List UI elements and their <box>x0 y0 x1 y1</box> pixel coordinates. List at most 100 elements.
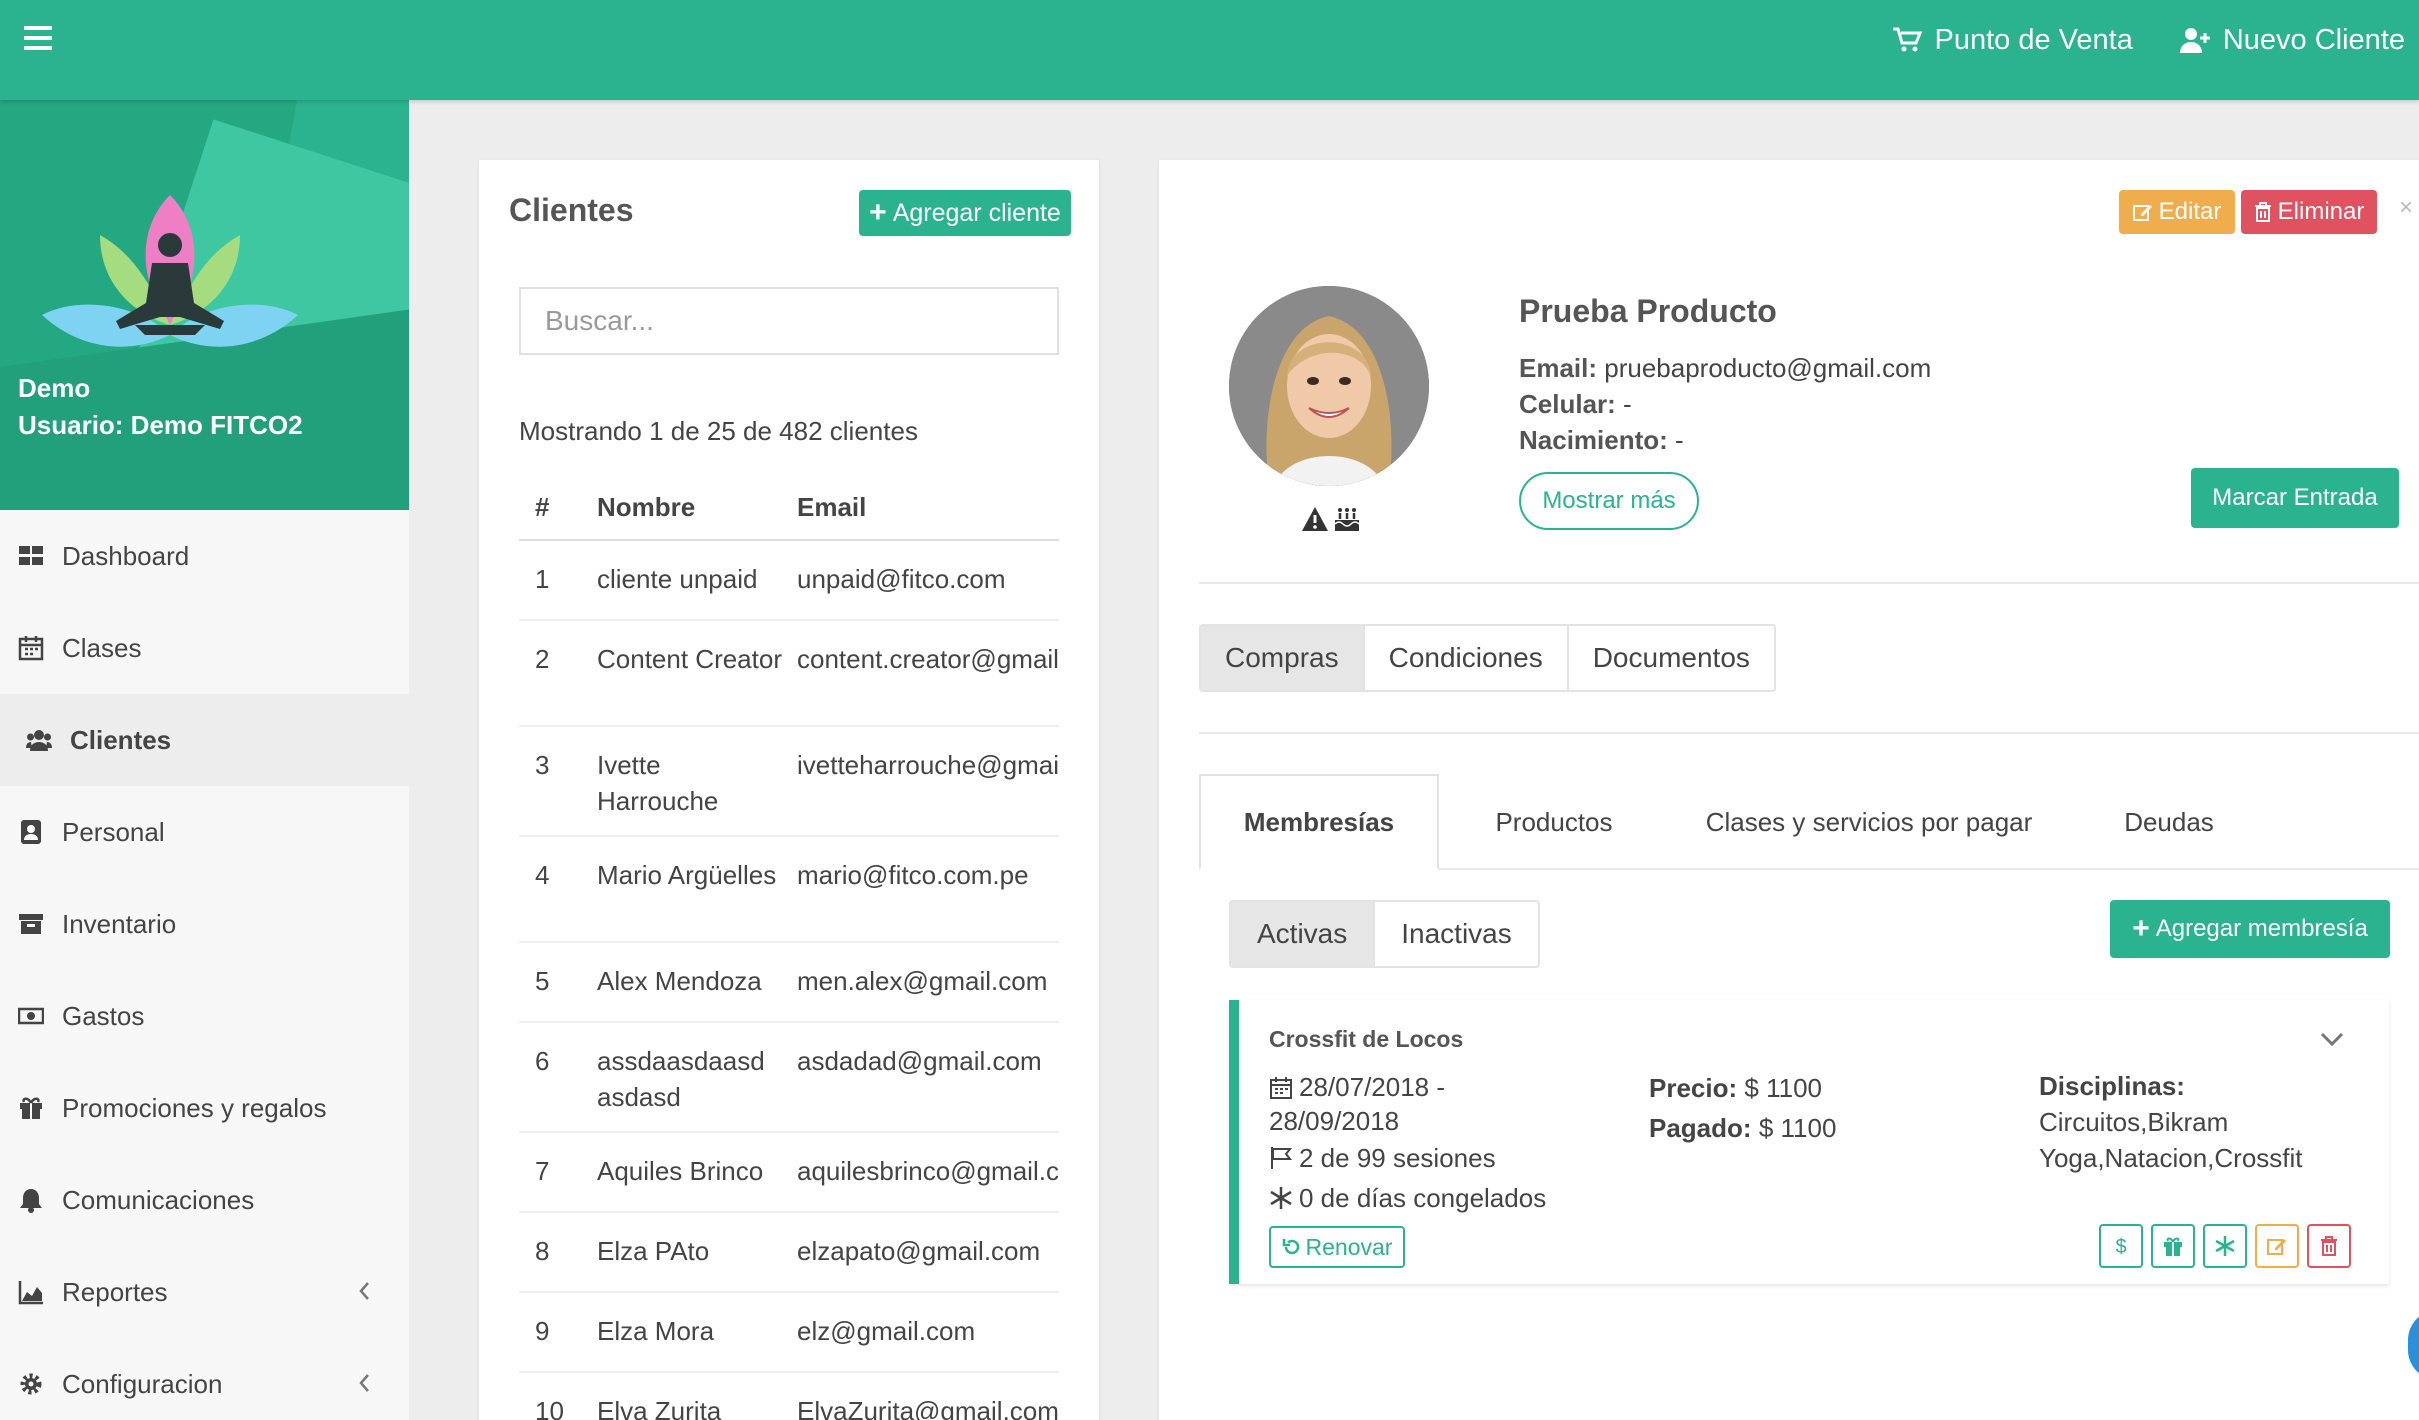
tab-membresias[interactable]: Membresías <box>1199 774 1439 870</box>
calendar-icon <box>1270 1077 1292 1099</box>
chevron-left-icon[interactable] <box>357 1372 371 1394</box>
hamburger-menu-icon[interactable] <box>24 26 52 50</box>
row-number: 4 <box>519 836 597 943</box>
search-input[interactable] <box>519 287 1059 355</box>
row-email: elzapato@gmail.com <box>797 1212 1059 1293</box>
row-name: cliente unpaid <box>597 540 797 621</box>
membership-frozen: 0 de días congelados <box>1299 1183 1547 1213</box>
bell-icon <box>18 1187 44 1213</box>
membership-disciplines: Disciplinas: Circuitos,Bikram Yoga,Natac… <box>2039 1068 2303 1176</box>
user-plus-icon <box>2179 28 2210 53</box>
sidebar-item-clases[interactable]: Clases <box>0 602 409 694</box>
table-row[interactable]: 1 cliente unpaid unpaid@fitco.com <box>519 540 1059 621</box>
chevron-left-icon[interactable] <box>357 1280 371 1302</box>
sidebar-item-inventario[interactable]: Inventario <box>0 878 409 970</box>
row-email: ivetteharrouche@gmai <box>797 726 1059 837</box>
gift-button[interactable] <box>2151 1224 2195 1268</box>
row-email: unpaid@fitco.com <box>797 540 1059 621</box>
price-label: Precio: <box>1649 1073 1738 1103</box>
add-membership-button[interactable]: + Agregar membresía <box>2110 900 2390 958</box>
sidebar-item-gastos[interactable]: Gastos <box>0 970 409 1062</box>
nav-nuevo-cliente[interactable]: Nuevo Cliente <box>2179 24 2405 57</box>
sidebar-item-promociones[interactable]: Promociones y regalos <box>0 1062 409 1154</box>
birth-label: Nacimiento: <box>1519 425 1668 455</box>
edit-membership-button[interactable] <box>2255 1224 2299 1268</box>
tab-deudas[interactable]: Deudas <box>2069 774 2269 870</box>
add-client-button[interactable]: + Agregar cliente <box>859 190 1071 236</box>
check-in-button[interactable]: Marcar Entrada <box>2191 468 2399 528</box>
gift-icon <box>2164 1237 2182 1256</box>
row-number: 8 <box>519 1212 597 1293</box>
delete-membership-button[interactable] <box>2307 1224 2351 1268</box>
tab-condiciones[interactable]: Condiciones <box>1365 626 1569 690</box>
tab-productos[interactable]: Productos <box>1439 774 1669 870</box>
user-name: Usuario: Demo FITCO2 <box>18 410 303 440</box>
sidebar-item-reportes[interactable]: Reportes <box>0 1246 409 1338</box>
refresh-icon <box>1282 1239 1299 1255</box>
row-name: Mario Argüelles <box>597 836 797 943</box>
row-name: Elza Mora <box>597 1292 797 1373</box>
row-number: 1 <box>519 540 597 621</box>
row-name: Alex Mendoza <box>597 942 797 1023</box>
calendar-icon <box>18 635 44 661</box>
row-name: Elva Zurita <box>597 1372 797 1420</box>
sidebar-item-label: Inventario <box>62 908 177 939</box>
sidebar-menu: Dashboard Clases Clientes Personal Inven… <box>0 510 409 1420</box>
membership-payment: Precio: $ 1100 Pagado: $ 1100 <box>1649 1068 1836 1148</box>
close-icon[interactable]: × <box>2399 194 2413 222</box>
table-row[interactable]: 4 Mario Argüelles mario@fitco.com.pe <box>519 836 1059 943</box>
col-header-name: Nombre <box>597 476 797 541</box>
table-row[interactable]: 6 assdaasdaasd asdasd asdadad@gmail.com <box>519 1022 1059 1133</box>
pay-button[interactable]: $ <box>2099 1224 2143 1268</box>
clients-panel: Clientes + Agregar cliente Mostrando 1 d… <box>479 160 1099 1420</box>
sidebar-item-label: Configuracion <box>62 1368 223 1399</box>
membership-price: $ 1100 <box>1744 1073 1822 1103</box>
row-number: 10 <box>519 1372 597 1420</box>
show-more-button[interactable]: Mostrar más <box>1519 472 1699 530</box>
chevron-down-icon[interactable] <box>2319 1030 2345 1048</box>
area-chart-icon <box>18 1279 44 1305</box>
table-row[interactable]: 5 Alex Mendoza men.alex@gmail.com <box>519 942 1059 1023</box>
row-email: aquilesbrinco@gmail.c <box>797 1132 1059 1213</box>
renew-button[interactable]: Renovar <box>1269 1226 1405 1268</box>
freeze-button[interactable] <box>2203 1224 2247 1268</box>
sidebar-item-personal[interactable]: Personal <box>0 786 409 878</box>
sidebar-item-clientes[interactable]: Clientes <box>0 694 409 786</box>
tab-activas[interactable]: Activas <box>1231 902 1376 966</box>
table-row[interactable]: 2 Content Creator content.creator@gmail <box>519 620 1059 727</box>
tab-clases-servicios[interactable]: Clases y servicios por pagar <box>1669 774 2069 870</box>
top-bar: Punto de Venta Nuevo Cliente <box>0 0 2419 100</box>
add-membership-label: Agregar membresía <box>2155 915 2368 942</box>
table-row[interactable]: 7 Aquiles Brinco aquilesbrinco@gmail.c <box>519 1132 1059 1213</box>
nav-punto-de-venta[interactable]: Punto de Venta <box>1891 24 2133 57</box>
membership-date-end: 28/09/2018 <box>1269 1106 1400 1136</box>
row-email: ElvaZurita@gmail.com <box>797 1372 1059 1420</box>
sidebar-item-configuracion[interactable]: Configuracion <box>0 1338 409 1420</box>
sidebar-item-comunicaciones[interactable]: Comunicaciones <box>0 1154 409 1246</box>
membership-sessions: 2 de 99 sesiones <box>1299 1143 1496 1173</box>
delete-button[interactable]: Eliminar <box>2241 190 2377 234</box>
row-email: asdadad@gmail.com <box>797 1022 1059 1133</box>
col-header-email: Email <box>797 476 1059 541</box>
gift-icon <box>18 1095 44 1121</box>
tab-documentos[interactable]: Documentos <box>1569 626 1774 690</box>
edit-button[interactable]: Editar <box>2119 190 2235 234</box>
trash-icon <box>2254 202 2271 222</box>
sidebar: Demo Usuario: Demo FITCO2 Dashboard Clas… <box>0 100 409 1420</box>
sidebar-item-dashboard[interactable]: Dashboard <box>0 510 409 602</box>
clients-title: Clientes <box>509 192 634 228</box>
table-row[interactable]: 3 Ivette Harrouche ivetteharrouche@gmai <box>519 726 1059 837</box>
tab-compras[interactable]: Compras <box>1201 626 1365 690</box>
disciplines-line-1: Circuitos,Bikram <box>2039 1107 2229 1137</box>
snowflake-icon <box>1270 1187 1292 1209</box>
table-row[interactable]: 10 Elva Zurita ElvaZurita@gmail.com <box>519 1372 1059 1420</box>
phone-label: Celular: <box>1519 389 1616 419</box>
client-birth: - <box>1675 425 1684 455</box>
table-row[interactable]: 9 Elza Mora elz@gmail.com <box>519 1292 1059 1373</box>
tab-inactivas[interactable]: Inactivas <box>1375 902 1538 966</box>
divider <box>1199 732 2419 734</box>
nav-label: Punto de Venta <box>1934 23 2133 56</box>
row-number: 7 <box>519 1132 597 1213</box>
table-row[interactable]: 8 Elza PAto elzapato@gmail.com <box>519 1212 1059 1293</box>
membership-paid: $ 1100 <box>1758 1113 1837 1143</box>
